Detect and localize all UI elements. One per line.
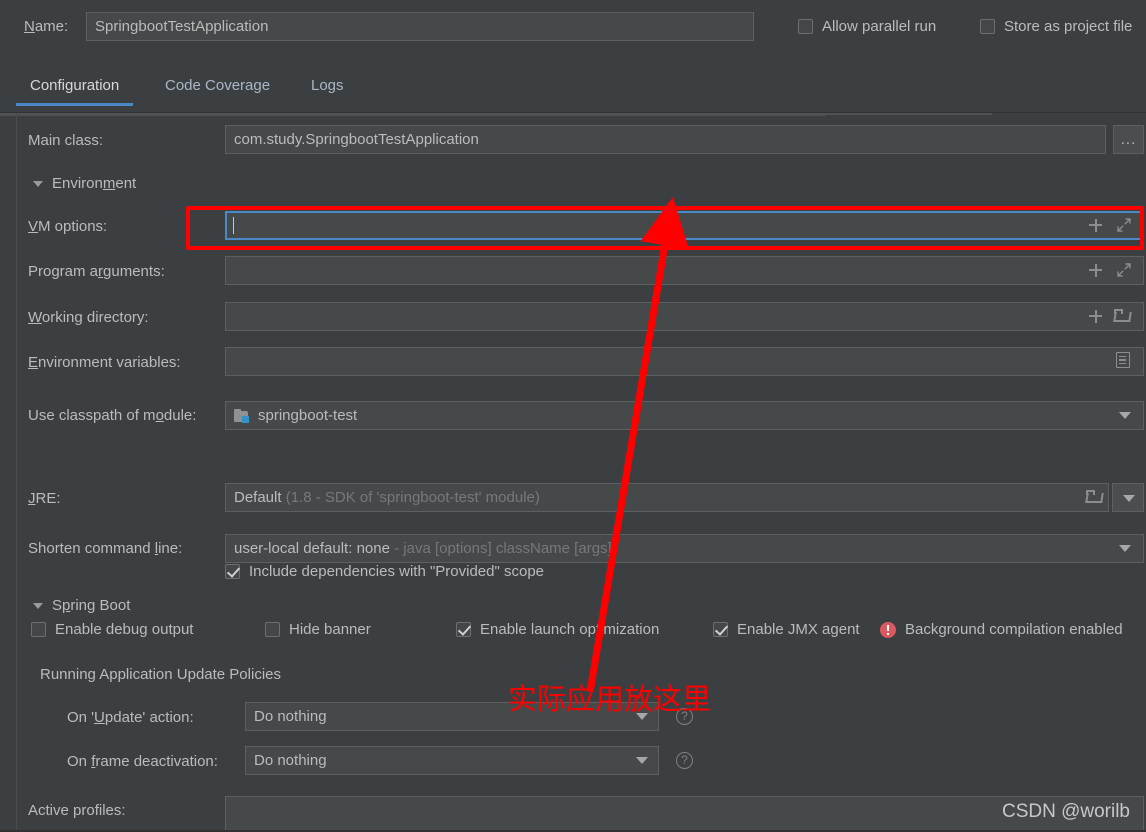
shorten-command-line-chevron-down-icon[interactable] xyxy=(1119,545,1131,552)
store-as-project-file-label: Store as project file xyxy=(1004,18,1133,35)
name-bar: Name: Allow parallel run Store as projec… xyxy=(0,0,1146,55)
vm-options-label: VM options: xyxy=(28,218,108,235)
working-directory-input[interactable] xyxy=(225,302,1144,331)
program-arguments-label: Program arguments: xyxy=(28,263,165,280)
vm-options-expand-icon[interactable] xyxy=(1113,214,1135,236)
vm-options-input[interactable] xyxy=(225,211,1144,240)
program-arguments-expand-icon[interactable] xyxy=(1113,259,1135,281)
name-input[interactable] xyxy=(86,12,754,41)
jre-dropdown[interactable]: Default (1.8 - SDK of 'springboot-test' … xyxy=(225,483,1109,512)
chevron-down-icon xyxy=(33,602,43,609)
tab-logs[interactable]: Logs xyxy=(311,77,344,106)
hide-banner-label: Hide banner xyxy=(289,621,371,638)
use-classpath-value: springboot-test xyxy=(258,407,358,424)
environment-section-header[interactable]: Environment xyxy=(33,175,136,192)
checkbox-box xyxy=(713,622,728,637)
environment-variables-label: Environment variables: xyxy=(28,354,181,371)
shorten-command-line-detail: - java [options] className [args] xyxy=(394,540,612,557)
shorten-command-line-dropdown[interactable]: user-local default: none - java [options… xyxy=(225,534,1144,563)
spring-boot-section-label: Spring Boot xyxy=(52,597,131,614)
active-profiles-label: Active profiles: xyxy=(28,802,126,819)
background-compilation-label: Background compilation enabled xyxy=(905,621,1123,638)
section-rule xyxy=(0,115,826,116)
text-cursor xyxy=(233,217,234,234)
environment-variables-list-icon[interactable] xyxy=(1116,352,1130,368)
use-classpath-label: Use classpath of module: xyxy=(28,407,197,424)
hide-banner-checkbox[interactable]: Hide banner xyxy=(265,621,371,638)
working-directory-label: Working directory: xyxy=(28,309,149,326)
main-class-value: com.study.SpringbootTestApplication xyxy=(234,131,479,148)
on-frame-deactivation-value: Do nothing xyxy=(254,752,327,769)
use-classpath-dropdown[interactable]: springboot-test xyxy=(225,401,1144,430)
enable-jmx-agent-checkbox[interactable]: Enable JMX agent xyxy=(713,621,860,638)
enable-debug-output-label: Enable debug output xyxy=(55,621,194,638)
on-update-action-label: On 'Update' action: xyxy=(67,709,194,726)
shorten-command-line-label: Shorten command line: xyxy=(28,540,183,557)
checkbox-box xyxy=(225,564,240,579)
tab-bar: Configuration Code Coverage Logs xyxy=(0,55,1146,113)
enable-jmx-agent-label: Enable JMX agent xyxy=(737,621,860,638)
main-class-input[interactable]: com.study.SpringbootTestApplication xyxy=(225,125,1106,154)
main-class-label: Main class: xyxy=(28,132,104,149)
checkbox-box xyxy=(265,622,280,637)
browse-dots-icon: ... xyxy=(1120,131,1137,148)
callout-text: 实际应用放这里 xyxy=(508,682,712,716)
checkbox-box xyxy=(31,622,46,637)
watermark: CSDN @worilb xyxy=(1001,801,1130,822)
environment-variables-input[interactable] xyxy=(225,347,1144,376)
vm-options-add-icon[interactable] xyxy=(1085,214,1107,236)
environment-section-label: Environment xyxy=(52,175,137,192)
checkbox-box xyxy=(980,19,995,34)
background-compilation-warning: Background compilation enabled xyxy=(880,621,1123,638)
name-label: Name: xyxy=(24,18,69,35)
allow-parallel-run-label: Allow parallel run xyxy=(822,18,937,35)
jre-dropdown-button[interactable] xyxy=(1112,483,1144,512)
chevron-down-icon xyxy=(1123,495,1135,502)
include-provided-scope-checkbox[interactable]: Include dependencies with "Provided" sco… xyxy=(225,563,544,580)
on-frame-deactivation-help-icon[interactable]: ? xyxy=(676,752,693,769)
enable-launch-optimization-label: Enable launch optimization xyxy=(480,621,660,638)
update-policies-label: Running Application Update Policies xyxy=(40,666,281,683)
on-frame-deactivation-label: On frame deactivation: xyxy=(67,753,218,770)
on-frame-deactivation-dropdown[interactable]: Do nothing xyxy=(245,746,659,775)
enable-launch-optimization-checkbox[interactable]: Enable launch optimization xyxy=(456,621,659,638)
checkbox-box xyxy=(798,19,813,34)
chevron-down-icon xyxy=(33,180,43,187)
main-class-browse-button[interactable]: ... xyxy=(1113,125,1144,154)
allow-parallel-run-checkbox[interactable]: Allow parallel run xyxy=(798,18,936,35)
jre-value-detail: (1.8 - SDK of 'springboot-test' module) xyxy=(285,489,540,506)
shorten-command-line-value: user-local default: none xyxy=(234,540,390,557)
error-circle-icon xyxy=(880,621,896,638)
use-classpath-chevron-down-icon[interactable] xyxy=(1119,412,1131,419)
checkbox-box xyxy=(456,622,471,637)
working-directory-folder-icon[interactable] xyxy=(1113,309,1132,323)
enable-debug-output-checkbox[interactable]: Enable debug output xyxy=(31,621,193,638)
module-icon xyxy=(234,409,250,423)
panel-left-rule xyxy=(16,113,17,832)
store-as-project-file-checkbox[interactable]: Store as project file xyxy=(980,18,1132,35)
include-provided-scope-label: Include dependencies with "Provided" sco… xyxy=(249,563,545,580)
tab-code-coverage[interactable]: Code Coverage xyxy=(165,77,270,106)
program-arguments-add-icon[interactable] xyxy=(1085,259,1107,281)
jre-value: Default xyxy=(234,489,282,506)
working-directory-add-icon[interactable] xyxy=(1085,305,1107,327)
jre-label: JRE: xyxy=(28,490,61,507)
program-arguments-input[interactable] xyxy=(225,256,1144,285)
configuration-panel: Main class: com.study.SpringbootTestAppl… xyxy=(0,113,1146,832)
tab-configuration[interactable]: Configuration xyxy=(15,77,134,106)
jre-folder-icon[interactable] xyxy=(1085,490,1104,504)
on-frame-deactivation-chevron-down-icon[interactable] xyxy=(636,757,648,764)
spring-boot-section-header[interactable]: Spring Boot xyxy=(33,597,130,614)
on-update-action-value: Do nothing xyxy=(254,708,327,725)
